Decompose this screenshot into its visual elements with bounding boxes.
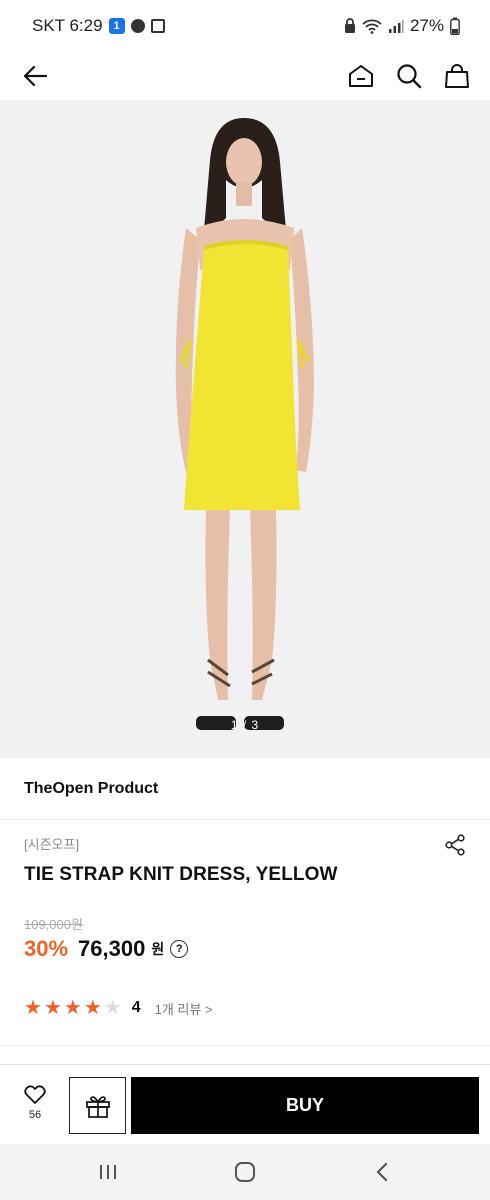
like-button[interactable]: 56	[12, 1085, 58, 1131]
section-divider	[0, 1045, 490, 1046]
battery-percent: 27%	[409, 16, 444, 35]
app-badge-icon: 1	[108, 18, 125, 34]
bottom-action-bar: 56 BUY	[0, 1064, 490, 1144]
nav-right-actions	[344, 59, 474, 93]
product-photo	[0, 100, 490, 758]
share-icon[interactable]	[440, 830, 470, 860]
search-icon[interactable]	[392, 59, 426, 93]
back-chevron-icon[interactable]	[362, 1152, 402, 1192]
home-circle-icon[interactable]	[225, 1152, 265, 1192]
product-title: TIE STRAP KNIT DRESS, YELLOW	[24, 864, 338, 885]
home-icon[interactable]	[344, 59, 378, 93]
rating-row: ★ ★ ★ ★ ★ 4 1개 리뷰 >	[24, 998, 213, 1018]
brand-bar[interactable]: TheOpen Product	[0, 758, 490, 820]
price-row: 30% 76,300 원 ?	[24, 936, 189, 962]
heart-icon	[24, 1085, 46, 1104]
review-count-link[interactable]: 1개 리뷰 >	[155, 999, 213, 1018]
product-image-carousel[interactable]: 1 / 3	[0, 100, 490, 758]
sale-price: 76,300	[78, 936, 146, 961]
status-left: SKT 6:29 1	[32, 16, 165, 36]
gift-button[interactable]	[69, 1077, 126, 1134]
rating-score: 4	[131, 999, 141, 1016]
star-icon: ★	[24, 997, 42, 1019]
carrier-time: SKT 6:29	[32, 16, 103, 35]
status-right: 27%	[344, 16, 460, 36]
buy-button[interactable]: BUY	[131, 1077, 479, 1134]
price-help-icon[interactable]: ?	[170, 940, 189, 958]
top-nav	[0, 52, 490, 100]
square-notification-icon	[150, 19, 165, 33]
currency-unit: 원	[151, 941, 165, 957]
like-count: 56	[28, 1109, 42, 1121]
shopping-bag-icon[interactable]	[440, 59, 474, 93]
status-bar: SKT 6:29 1 27%	[0, 0, 490, 52]
discount-rate: 30%	[24, 936, 69, 961]
back-arrow-icon[interactable]	[18, 59, 52, 93]
recents-icon[interactable]	[88, 1152, 128, 1192]
star-icon: ★	[83, 997, 102, 1019]
star-icon: ★	[43, 997, 62, 1019]
brand-name[interactable]: TheOpen Product	[24, 780, 158, 798]
season-tag: [시즌오프]	[24, 837, 80, 852]
image-counter: 1 / 3	[230, 718, 260, 732]
star-empty-icon: ★	[103, 997, 122, 1019]
wifi-icon	[362, 19, 382, 34]
chat-bubble-icon	[130, 19, 145, 33]
lock-icon	[344, 18, 355, 33]
battery-icon	[450, 17, 460, 35]
original-price: 109,000원	[24, 917, 83, 932]
system-nav-bar	[0, 1144, 490, 1200]
signal-icon	[388, 20, 404, 33]
star-icon: ★	[63, 997, 82, 1019]
gift-icon	[85, 1095, 110, 1118]
